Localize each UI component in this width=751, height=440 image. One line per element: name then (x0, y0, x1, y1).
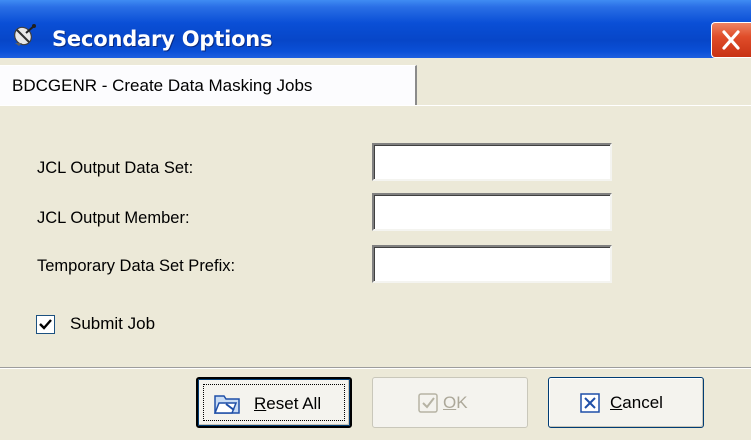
submit-job-checkbox[interactable] (36, 315, 55, 334)
jcl-output-member-label: JCL Output Member: (37, 209, 190, 227)
tab-bdcgenr[interactable]: BDCGENR - Create Data Masking Jobs (0, 65, 417, 105)
check-icon (417, 392, 439, 419)
ok-label: OK (443, 393, 468, 412)
temporary-data-set-prefix-label: Temporary Data Set Prefix: (37, 257, 236, 275)
cancel-x-icon (579, 392, 601, 419)
secondary-options-dialog: Secondary Options BDCGENR - Create Data … (0, 0, 751, 440)
reset-icon (212, 392, 242, 421)
window-title: Secondary Options (52, 27, 273, 51)
jcl-output-data-set-label: JCL Output Data Set: (37, 159, 194, 177)
reset-all-button[interactable]: Reset All (196, 377, 352, 428)
close-button[interactable] (711, 22, 751, 58)
title-bar[interactable]: Secondary Options (0, 0, 751, 58)
button-divider-highlight (0, 368, 751, 369)
jcl-output-data-set-input[interactable] (372, 143, 612, 181)
satellite-icon (12, 23, 38, 47)
cancel-button[interactable]: Cancel (548, 377, 704, 428)
checkmark-icon (39, 319, 52, 330)
tab-label: BDCGENR - Create Data Masking Jobs (12, 76, 313, 95)
temporary-data-set-prefix-input[interactable] (372, 245, 612, 283)
cancel-label: Cancel (610, 393, 663, 412)
jcl-output-member-input[interactable] (372, 193, 612, 231)
submit-job-label: Submit Job (70, 314, 156, 333)
tab-panel-edge (0, 105, 751, 106)
close-icon (722, 30, 740, 50)
reset-all-label: Reset All (254, 394, 322, 413)
ok-button[interactable]: OK (372, 377, 528, 428)
